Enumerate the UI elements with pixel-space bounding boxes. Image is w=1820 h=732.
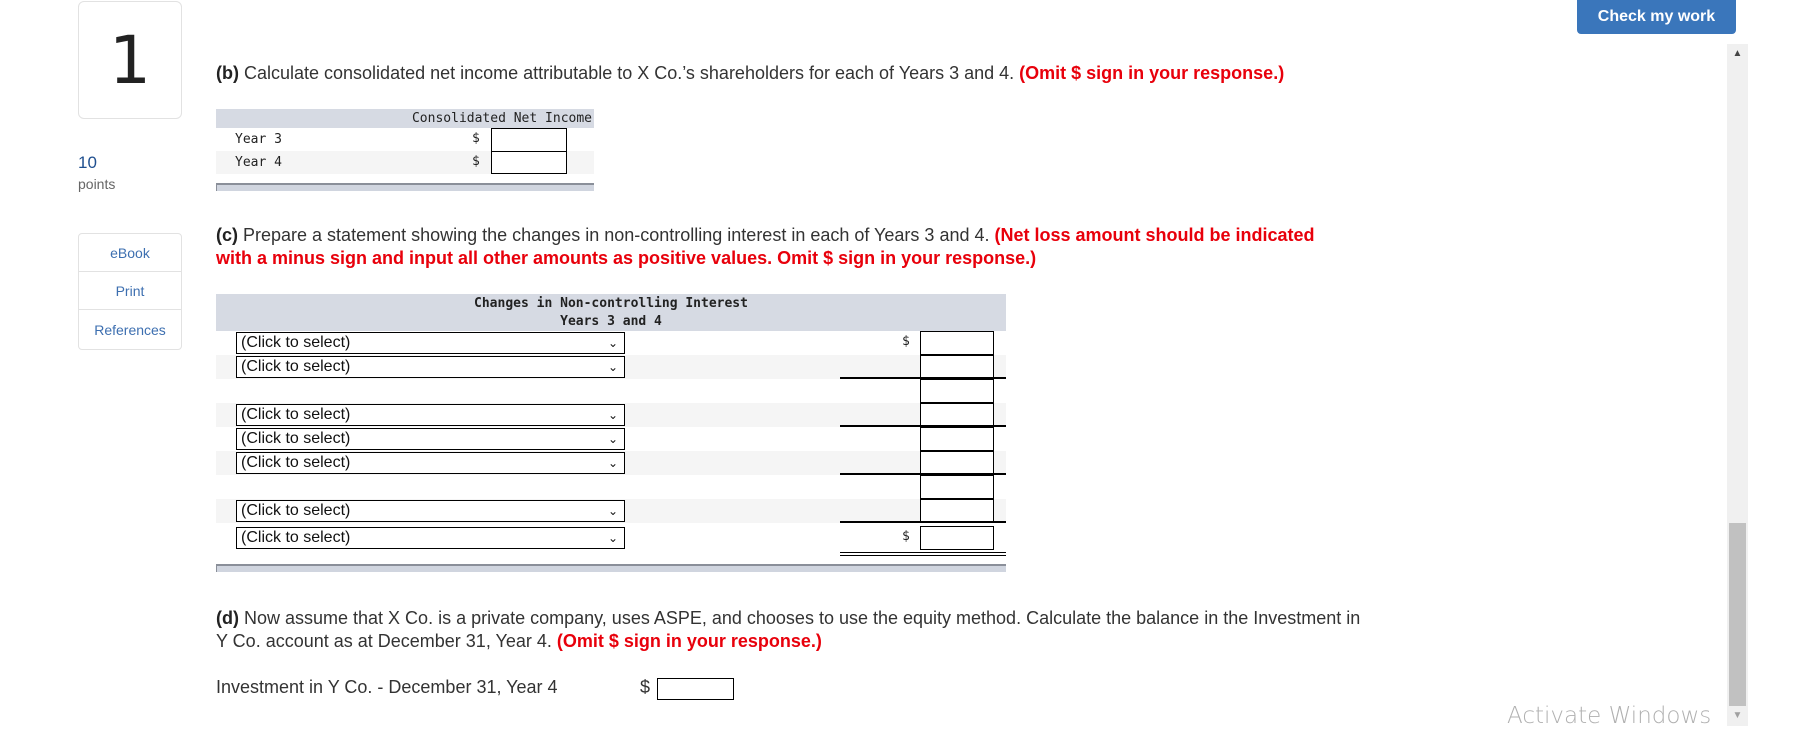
part-b-text: Calculate consolidated net income attrib… [238,63,1020,83]
table-row: (Click to select) ⌄ [216,451,1006,475]
table-row: Year 3 $ [216,128,594,152]
chevron-down-icon: ⌄ [607,336,618,350]
table-title: Changes in Non-controlling Interest [474,296,748,311]
row-2-select[interactable]: (Click to select) ⌄ [236,356,625,378]
table-row: (Click to select) ⌄ [216,427,1006,451]
row-4-select[interactable]: (Click to select) ⌄ [236,404,625,426]
ebook-link[interactable]: eBook [79,234,181,272]
row-2-amount-input[interactable] [920,355,994,379]
part-c-label: (c) [216,225,238,245]
investment-field-label: Investment in Y Co. - December 31, Year … [216,677,558,697]
chevron-down-icon: ⌄ [607,504,618,518]
table-row: (Click to select) ⌄ $ [216,331,1006,355]
investment-balance-input[interactable] [657,678,734,700]
references-link[interactable]: References [79,310,181,349]
total-double-underline-top [840,552,1006,553]
part-c-prompt: (c) Prepare a statement showing the chan… [216,224,1346,270]
row-1-amount-input[interactable] [920,331,994,355]
currency-sign: $ [472,131,480,146]
scroll-up-arrow-icon[interactable]: ▲ [1727,48,1748,59]
currency-sign: $ [640,677,651,697]
row-label: Year 3 [235,132,282,147]
check-my-work-button[interactable]: Check my work [1577,0,1736,34]
currency-sign: $ [472,154,480,169]
activate-windows-watermark: Activate Windows [1507,703,1712,729]
question-number: 1 [109,21,151,99]
part-d-label: (d) [216,608,239,628]
table-header: Changes in Non-controlling Interest Year… [216,294,1006,331]
table-subtitle: Years 3 and 4 [560,314,662,329]
table-row: Year 4 $ [216,151,594,174]
chevron-down-icon: ⌄ [607,456,618,470]
points-label: points [78,176,116,192]
table-row [216,379,1006,403]
chevron-down-icon: ⌄ [607,408,618,422]
table-row: (Click to select) ⌄ [216,403,1006,427]
row-7-amount-input[interactable] [920,475,994,499]
print-link[interactable]: Print [79,272,181,310]
table-row [216,475,1006,499]
scrollbar-thumb[interactable] [1729,523,1746,706]
points-value: 10 [78,153,97,172]
table-header: Consolidated Net Income [216,109,594,128]
row-label: Year 4 [235,155,282,170]
part-d-prompt: (d) Now assume that X Co. is a private c… [216,607,1366,653]
part-b-instruction: (Omit $ sign in your response.) [1019,63,1285,83]
part-d-instruction: (Omit $ sign in your response.) [556,631,822,651]
part-c-text: Prepare a statement showing the changes … [238,225,995,245]
table-footer [216,183,594,191]
row-6-select[interactable]: (Click to select) ⌄ [236,452,625,474]
table-row: (Click to select) ⌄ [216,355,1006,379]
chevron-down-icon: ⌄ [607,531,618,545]
scroll-down-arrow-icon[interactable]: ▼ [1727,710,1748,721]
currency-sign: $ [902,529,910,544]
nci-changes-table: Changes in Non-controlling Interest Year… [216,294,1006,572]
year-4-net-income-input[interactable] [491,151,567,174]
table-footer [216,564,1006,572]
total-double-underline-bottom [840,555,1006,556]
question-number-box: 1 [78,1,182,119]
currency-sign: $ [902,334,910,349]
column-header: Consolidated Net Income [411,111,592,126]
year-3-net-income-input[interactable] [491,128,567,152]
chevron-down-icon: ⌄ [607,360,618,374]
row-9-select[interactable]: (Click to select) ⌄ [236,527,625,549]
total-amount-input[interactable] [920,526,994,550]
row-6-amount-input[interactable] [920,451,994,475]
subtotal-underline [840,521,1006,523]
table-row: (Click to select) ⌄ $ [216,526,1006,550]
row-3-amount-input[interactable] [920,379,994,403]
part-b-prompt: (b) Calculate consolidated net income at… [216,62,1666,85]
row-5-select[interactable]: (Click to select) ⌄ [236,428,625,450]
side-links: eBook Print References [78,233,182,350]
part-b-label: (b) [216,63,239,83]
consolidated-net-income-table: Consolidated Net Income Year 3 $ Year 4 … [216,109,594,191]
row-5-amount-input[interactable] [920,427,994,451]
row-8-select[interactable]: (Click to select) ⌄ [236,500,625,522]
table-row: (Click to select) ⌄ [216,499,1006,523]
row-1-select[interactable]: (Click to select) ⌄ [236,332,625,354]
row-4-amount-input[interactable] [920,403,994,427]
row-8-amount-input[interactable] [920,499,994,523]
chevron-down-icon: ⌄ [607,432,618,446]
